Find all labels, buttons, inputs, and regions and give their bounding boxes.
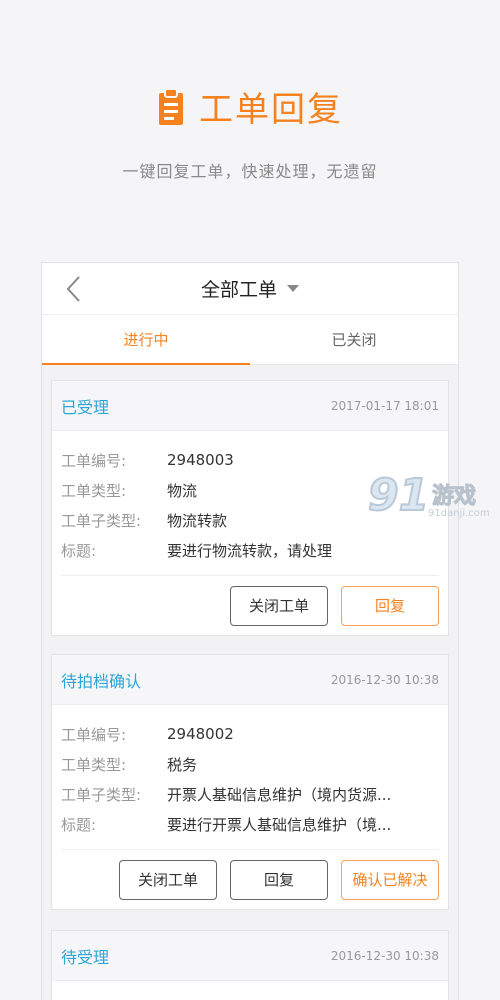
nav-title-text: 全部工单 (200, 279, 277, 301)
ticket-time: 2016-12-30 10:38 (330, 948, 439, 963)
ticket-type: 税务 (167, 755, 198, 774)
ticket-title: 要进行物流转款，请处理 (167, 541, 333, 560)
ticket-card: 待拍档确认 2016-12-30 10:38 工单编号: 2948002 工单类型… (51, 654, 449, 910)
watermark-number: 91 (367, 469, 430, 522)
clipboard-icon (159, 87, 183, 125)
field-label: 工单子类型: (61, 511, 142, 530)
close-ticket-button[interactable]: 关闭工单 (119, 859, 217, 900)
watermark-url: 91danji.com (428, 508, 490, 519)
ticket-subtype: 开票人基础信息维护（境内货源... (167, 785, 392, 804)
ticket-number: 2948003 (167, 451, 234, 469)
hero-subtitle: 一键回复工单，快速处理，无遗留 (122, 162, 378, 181)
ticket-title-row: 标题: 要进行物流转款，请处理 (61, 535, 439, 565)
ticket-time: 2017-01-17 18:01 (330, 398, 439, 413)
ticket-title-row: 标题: 要进行开票人基础信息维护（境... (61, 809, 439, 839)
field-label: 工单子类型: (61, 785, 142, 804)
tab-in-progress[interactable]: 进行中 (42, 315, 250, 365)
status-badge: 待受理 (61, 947, 110, 967)
ticket-card-header: 已受理 2017-01-17 18:01 (52, 381, 448, 431)
watermark-text: 游戏 (431, 484, 477, 510)
close-ticket-button[interactable]: 关闭工单 (230, 585, 328, 626)
nav-title-dropdown[interactable]: 全部工单 (42, 275, 458, 302)
ticket-type-row: 工单类型: 税务 (61, 749, 439, 779)
caret-down-icon (287, 285, 299, 292)
field-label: 标题: (61, 815, 97, 834)
ticket-card-body: 工单编号: 2948002 工单类型: 税务 工单子类型: 开票人基础信息维护（境内货… (52, 705, 448, 849)
phone-screen: 全部工单 进行中 已关闭 已受理 2017-01-17 18:01 工单编号: 2… (41, 262, 459, 1000)
ticket-time: 2016-12-30 10:38 (330, 672, 439, 687)
reply-button[interactable]: 回复 (230, 859, 328, 900)
hero-title: 工单回复 (0, 82, 500, 131)
ticket-subtype: 物流转款 (167, 511, 228, 530)
field-label: 工单类型: (61, 481, 127, 500)
field-label: 工单编号: (61, 451, 127, 470)
field-label: 标题: (61, 541, 97, 560)
ticket-subtype-row: 工单子类型: 开票人基础信息维护（境内货源... (61, 779, 439, 809)
ticket-number-row: 工单编号: 2948002 (61, 719, 439, 749)
status-badge: 已受理 (61, 397, 110, 417)
ticket-type: 物流 (167, 481, 198, 500)
ticket-card-actions: 关闭工单 回复 确认已解决 (61, 849, 439, 909)
watermark-logo: 91 游戏 91danji.com (362, 469, 500, 530)
ticket-card: 待受理 2016-12-30 10:38 (51, 930, 449, 1000)
field-label: 工单编号: (61, 725, 127, 744)
ticket-card-actions: 关闭工单 回复 (61, 575, 439, 635)
tab-bar: 进行中 已关闭 (42, 315, 458, 365)
confirm-resolved-button[interactable]: 确认已解决 (341, 859, 439, 900)
ticket-card-header: 待受理 2016-12-30 10:38 (52, 931, 448, 981)
reply-button[interactable]: 回复 (341, 585, 439, 626)
hero-title-text: 工单回复 (199, 90, 343, 130)
ticket-number: 2948002 (167, 725, 234, 743)
navbar: 全部工单 (42, 263, 458, 315)
ticket-title: 要进行开票人基础信息维护（境... (167, 815, 392, 834)
hero-section: 工单回复 一键回复工单，快速处理，无遗留 (0, 0, 500, 262)
field-label: 工单类型: (61, 755, 127, 774)
ticket-card-header: 待拍档确认 2016-12-30 10:38 (52, 655, 448, 705)
status-badge: 待拍档确认 (61, 671, 142, 691)
tab-closed[interactable]: 已关闭 (250, 315, 458, 364)
